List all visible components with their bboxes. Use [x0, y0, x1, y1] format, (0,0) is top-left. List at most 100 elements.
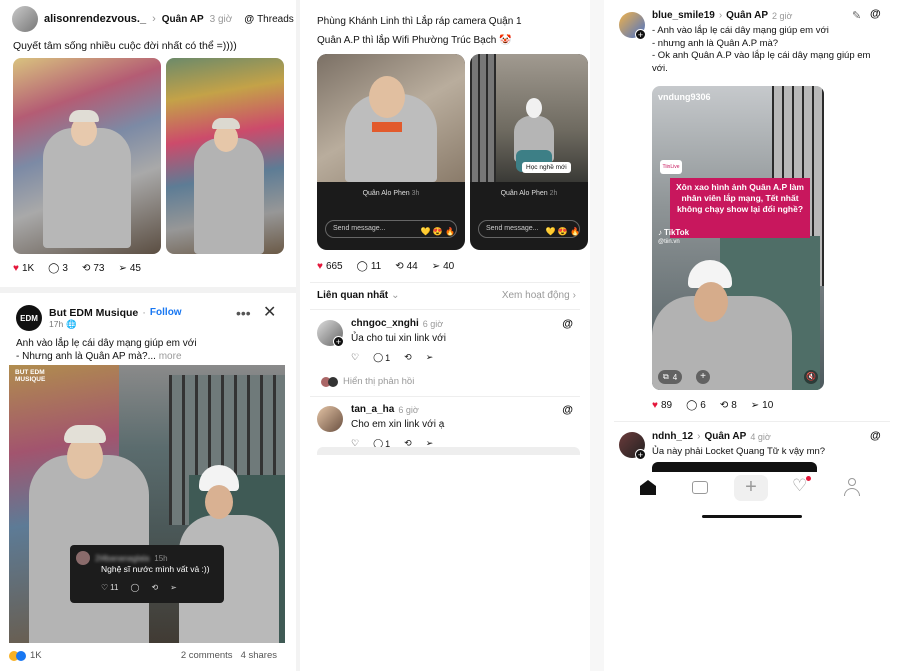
overlay-username: 2l4bananaglala	[95, 553, 150, 563]
username[interactable]: blue_smile19	[652, 10, 715, 21]
post-photo-2[interactable]	[166, 58, 284, 254]
right-column: + blue_smile19 › Quân AP 2 giờ ✎ @ - Anh…	[604, 0, 900, 671]
create-post-button[interactable]: +	[734, 475, 768, 501]
page-avatar[interactable]: EDM	[16, 305, 42, 331]
heart-outline-icon[interactable]: ♡	[351, 352, 359, 363]
share-button[interactable]: ➢ 45	[118, 263, 141, 274]
story-card-2[interactable]: Học nghề mới Quân Alo Phen 2h Send messa…	[470, 54, 588, 250]
quick-reactions[interactable]: 💛 😍 🔥	[421, 227, 455, 236]
sort-dropdown[interactable]: Liên quan nhất ⌄	[317, 290, 400, 301]
comment-button[interactable]: ◯ 6	[686, 400, 706, 411]
send-icon: ➢	[431, 261, 441, 272]
edit-icon[interactable]: ✎	[852, 9, 861, 22]
comment-time: 6 giờ	[422, 318, 444, 329]
view-activity-link[interactable]: Xem hoạt động ›	[502, 290, 576, 301]
fb-shares-count[interactable]: 4 shares	[241, 650, 277, 661]
message-placeholder: Send message...	[486, 225, 539, 232]
fb-comments-count[interactable]: 2 comments	[181, 650, 233, 661]
comment-button[interactable]: ◯ 3	[48, 263, 68, 274]
threads-badge[interactable]: @ Threads	[244, 14, 293, 25]
tiktok-icon: ♪	[658, 228, 662, 237]
divider	[310, 396, 580, 397]
post-text: - Anh vào lắp lẹ cái dây mạng giúp em vớ…	[652, 25, 892, 75]
comment-button[interactable]: ◯ 11	[357, 261, 382, 272]
story-author-name: Quân Alo Phen	[362, 190, 410, 197]
post-actions: ♥ 665 ◯ 11 ⟲ 44 ➢ 40	[317, 261, 454, 272]
like-count: 89	[660, 400, 673, 411]
fb-text-line-2: - Nhưng anh là Quân AP mà?...	[16, 351, 156, 362]
like-button[interactable]: ♥ 89	[652, 400, 672, 411]
follow-plus-icon[interactable]: +	[635, 29, 646, 40]
quick-reactions[interactable]: 💛 😍 🔥	[546, 227, 580, 236]
share-button[interactable]: ➢ 40	[432, 261, 455, 272]
post-photo-1[interactable]	[13, 58, 161, 254]
close-icon[interactable]: ✕	[263, 302, 276, 322]
video-counter: ⧉ 4	[658, 370, 683, 384]
comment-count: 11	[370, 261, 382, 272]
username[interactable]: alisonrendezvous._	[44, 13, 146, 25]
profile-icon[interactable]	[844, 478, 860, 496]
comment-text: Ủa cho tui xin link với	[351, 333, 446, 344]
show-replies-button[interactable]: Hiển thị phản hồi	[321, 376, 414, 387]
community-name[interactable]: Quân AP	[726, 10, 768, 21]
like-button[interactable]: ♥ 665	[317, 261, 343, 272]
repost-button[interactable]: ⟲ 8	[720, 400, 737, 411]
avatar	[328, 376, 338, 387]
fb-post-header: EDM But EDM Musique · Follow 17h 🌐	[16, 305, 182, 331]
threads-icon: @	[562, 404, 573, 416]
threads-icon: @	[244, 13, 255, 25]
add-icon[interactable]: +	[696, 370, 710, 384]
divider	[614, 421, 890, 422]
mute-icon[interactable]: 🔇	[804, 370, 818, 384]
inbox-icon[interactable]	[692, 481, 708, 494]
repost-icon: ⟲	[151, 583, 159, 592]
like-count: 1K	[21, 263, 35, 274]
comment-username[interactable]: chngoc_xnghi	[351, 318, 419, 329]
comment-username[interactable]: tan_a_ha	[351, 404, 394, 415]
video-card[interactable]: vndung9306 TiinLive Xôn xao hình ảnh Quâ…	[652, 86, 824, 390]
comment-count: 3	[62, 263, 68, 274]
overlay-like: ♡ 11	[101, 583, 118, 592]
repost-button[interactable]: ⟲ 73	[82, 263, 105, 274]
see-more-link[interactable]: more	[159, 351, 182, 362]
avatar[interactable]	[12, 6, 38, 32]
follow-button[interactable]: Follow	[150, 307, 182, 318]
username[interactable]: ndnh_12	[652, 431, 693, 442]
like-count: 665	[325, 261, 343, 272]
page-name[interactable]: But EDM Musique	[49, 307, 138, 319]
story-card-1[interactable]: Quân Alo Phen 3h Send message... 💛 😍 🔥	[317, 54, 465, 250]
story-author-1: Quân Alo Phen 3h	[317, 190, 465, 197]
post-caption: Quyết tâm sống nhiều cuộc đời nhất có th…	[13, 40, 237, 52]
reaction-count[interactable]: 1K	[30, 650, 42, 661]
community-name[interactable]: Quân AP	[704, 431, 746, 442]
threads-icon: @	[562, 318, 573, 330]
view-activity-label: Xem hoạt động	[501, 290, 570, 301]
comment-icon: ◯	[48, 263, 60, 274]
chevron-right-icon: ›	[718, 10, 723, 21]
story-author-2: Quân Alo Phen 2h	[470, 190, 588, 197]
comment-overlay: 2l4bananaglala 15h Nghệ sĩ nước mình vất…	[70, 545, 224, 603]
bottom-nav: + ♡	[604, 472, 900, 506]
heart-outline-icon[interactable]: ♡	[792, 476, 807, 496]
share-button[interactable]: ➢ 10	[751, 400, 774, 411]
repost-button[interactable]: ⟲ 44	[395, 261, 418, 272]
follow-plus-icon[interactable]: +	[635, 449, 646, 460]
home-icon[interactable]	[640, 480, 656, 495]
more-options-icon[interactable]: •••	[236, 305, 251, 321]
community-name[interactable]: Quân AP	[162, 14, 204, 25]
globe-icon: 🌐	[66, 318, 77, 329]
avatar	[76, 551, 90, 565]
video-count: 4	[672, 372, 678, 382]
message-placeholder: Send message...	[333, 225, 386, 232]
heart-filled-icon: ♥	[13, 263, 19, 274]
post-text-line-1: - Anh vào lắp lẹ cái dây mạng giúp em vớ…	[652, 25, 829, 36]
avatar[interactable]	[317, 406, 343, 432]
news-badge: TiinLive	[660, 160, 682, 174]
tiktok-handle: @tiin.vn	[658, 239, 680, 245]
follow-plus-icon[interactable]: +	[333, 336, 344, 347]
fb-post-text: Anh vào lắp lẹ cái dây mạng giúp em với …	[16, 337, 197, 363]
reply-button[interactable]: ◯ 1	[373, 352, 390, 363]
send-icon[interactable]: ➢	[426, 352, 434, 363]
repost-icon[interactable]: ⟲	[404, 352, 412, 363]
like-button[interactable]: ♥ 1K	[13, 263, 34, 274]
